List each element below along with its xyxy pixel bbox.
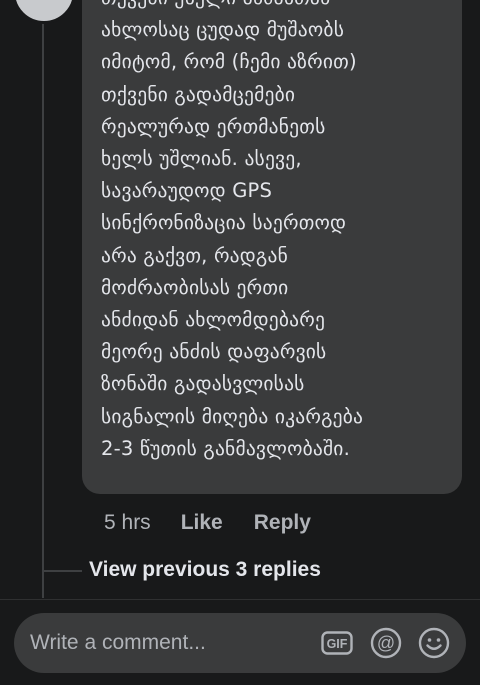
comment-input[interactable] [30,613,320,673]
view-previous-replies-link[interactable]: View previous 3 replies [89,558,321,582]
composer-divider [0,599,480,600]
emoji-icon[interactable] [418,627,450,659]
comment-composer[interactable]: GIF @ [14,613,466,673]
reply-button[interactable]: Reply [254,511,311,535]
thread-line [42,0,44,598]
gif-icon[interactable]: GIF [321,627,353,659]
comment-text: თქვენი ქსელი ანძასთან ახლოსაც ცუდად მუშა… [101,0,364,460]
like-button[interactable]: Like [181,511,223,535]
at-icon[interactable]: @ [370,627,402,659]
reply-branch-line [42,570,82,572]
comment-actions: 5 hrs Like Reply [104,509,342,537]
avatar[interactable] [12,0,76,24]
svg-text:GIF: GIF [327,637,348,651]
comment-timestamp: 5 hrs [104,511,151,534]
svg-text:@: @ [377,633,395,653]
